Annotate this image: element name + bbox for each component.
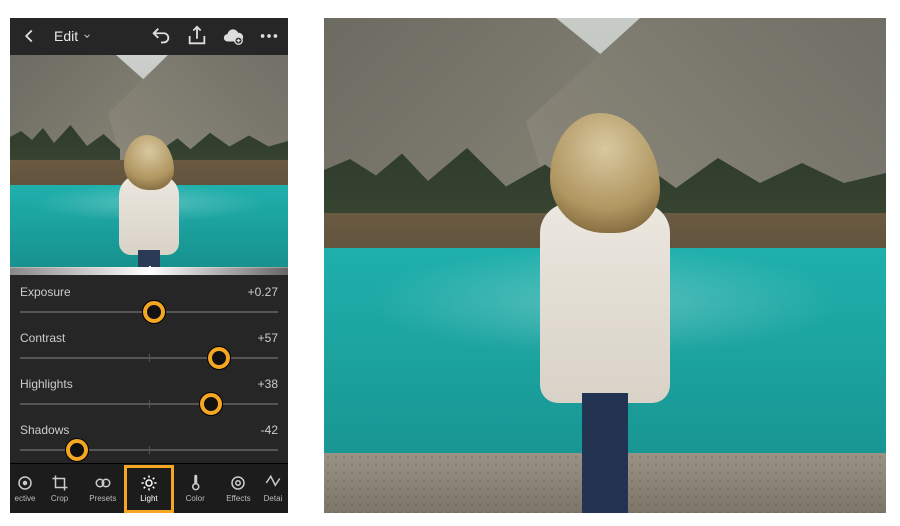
tool-bar: ective Crop Presets Light Color Effects …: [10, 463, 288, 513]
mode-label: Edit: [54, 28, 78, 44]
light-panel: Exposure +0.27 Contrast +57 Highlights +…: [10, 275, 288, 463]
slider-highlights: Highlights +38: [20, 373, 278, 417]
slider-contrast: Contrast +57: [20, 327, 278, 371]
slider-value: -42: [261, 423, 278, 437]
slider-value: +57: [258, 331, 278, 345]
tool-label: Light: [140, 494, 157, 503]
top-bar: Edit: [10, 18, 288, 55]
share-icon[interactable]: [186, 25, 208, 47]
phone-editor: Edit: [10, 18, 288, 513]
slider-shadows: Shadows -42: [20, 419, 278, 463]
tool-light[interactable]: Light: [124, 465, 173, 513]
light-icon: [140, 474, 158, 492]
tool-color[interactable]: Color: [174, 466, 217, 512]
slider-track-contrast[interactable]: [20, 349, 278, 367]
tool-effects[interactable]: Effects: [217, 466, 260, 512]
tool-label: Color: [186, 494, 205, 503]
image-preview[interactable]: [10, 55, 288, 275]
detail-icon: [264, 474, 282, 492]
tool-presets[interactable]: Presets: [81, 466, 124, 512]
tool-label: Effects: [226, 494, 250, 503]
tool-label: ective: [15, 494, 36, 503]
slider-value: +0.27: [248, 285, 278, 299]
slider-label: Shadows: [20, 423, 69, 437]
slider-exposure: Exposure +0.27: [20, 281, 278, 325]
slider-label: Contrast: [20, 331, 65, 345]
slider-label: Exposure: [20, 285, 71, 299]
mode-selector[interactable]: Edit: [54, 28, 92, 44]
crop-icon: [51, 474, 69, 492]
presets-icon: [94, 474, 112, 492]
slider-thumb[interactable]: [200, 393, 222, 415]
effects-icon: [229, 474, 247, 492]
undo-icon[interactable]: [150, 25, 172, 47]
tool-label: Detai: [264, 494, 283, 503]
slider-thumb[interactable]: [143, 301, 165, 323]
slider-label: Highlights: [20, 377, 73, 391]
tool-detail[interactable]: Detai: [260, 466, 286, 512]
slider-track-exposure[interactable]: [20, 303, 278, 321]
more-icon[interactable]: [258, 25, 280, 47]
cloud-sync-icon[interactable]: [222, 25, 244, 47]
result-photo: [324, 18, 886, 513]
tool-crop[interactable]: Crop: [38, 466, 81, 512]
slider-track-highlights[interactable]: [20, 395, 278, 413]
tool-label: Crop: [51, 494, 68, 503]
target-icon: [16, 474, 34, 492]
thermometer-icon: [186, 474, 204, 492]
chevron-down-icon: [82, 31, 92, 41]
timeline-scrubber[interactable]: [10, 267, 288, 275]
slider-value: +38: [258, 377, 278, 391]
slider-thumb[interactable]: [208, 347, 230, 369]
slider-thumb[interactable]: [66, 439, 88, 461]
back-icon[interactable]: [18, 25, 40, 47]
tool-label: Presets: [89, 494, 116, 503]
tool-selective[interactable]: ective: [12, 466, 38, 512]
slider-track-shadows[interactable]: [20, 441, 278, 459]
